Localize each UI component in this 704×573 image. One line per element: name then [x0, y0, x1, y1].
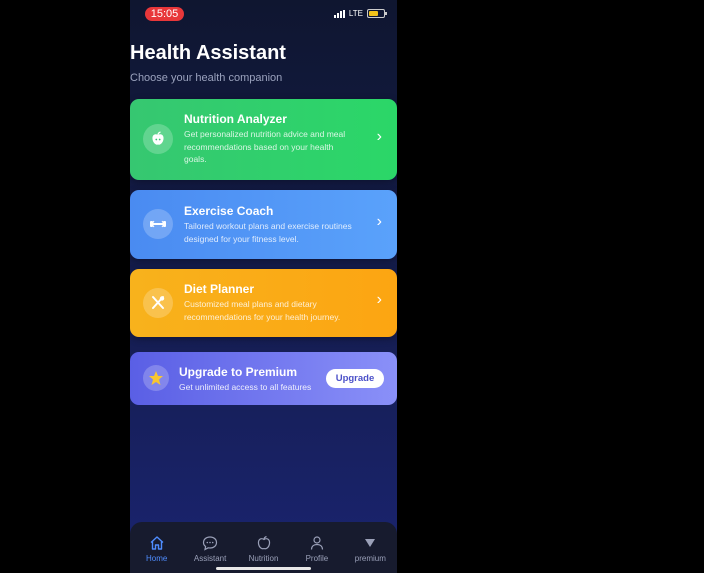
tab-profile[interactable]: Profile: [290, 522, 343, 573]
apple-icon: [143, 124, 173, 154]
person-icon: [308, 534, 326, 552]
status-indicators: LTE: [333, 9, 387, 18]
star-icon: [143, 365, 169, 391]
tab-label: premium: [354, 554, 386, 563]
card-description: Tailored workout plans and exercise rout…: [184, 221, 352, 244]
triangle-down-icon: [361, 534, 379, 552]
tab-label: Nutrition: [248, 554, 279, 563]
chat-icon: [201, 534, 219, 552]
card-title: Diet Planner: [184, 282, 255, 296]
dumbbell-icon: [143, 209, 173, 239]
chevron-right-icon: ›: [376, 128, 382, 145]
page-title: Health Assistant: [130, 42, 286, 64]
premium-description: Get unlimited access to all features: [179, 382, 312, 392]
tab-assistant[interactable]: Assistant: [183, 522, 236, 573]
card-description: Customized meal plans and dietary recomm…: [184, 299, 341, 322]
status-time: 15:05: [145, 7, 184, 21]
premium-card: Upgrade to Premium Get unlimited access …: [130, 352, 397, 405]
home-indicator[interactable]: [216, 567, 311, 570]
chevron-right-icon: ›: [376, 291, 382, 308]
utensils-icon: [143, 288, 173, 318]
tab-bar: Home Assistant Nutrition Profile premium: [130, 522, 397, 573]
upgrade-button[interactable]: Upgrade: [326, 369, 384, 388]
battery-icon: [367, 9, 387, 18]
tab-nutrition[interactable]: Nutrition: [237, 522, 290, 573]
phone-screen: 15:05 LTE Health Assistant Choose your h…: [130, 0, 397, 573]
tab-home[interactable]: Home: [130, 522, 183, 573]
premium-title: Upgrade to Premium: [179, 365, 298, 379]
exercise-coach-card[interactable]: Exercise Coach Tailored workout plans an…: [130, 190, 397, 259]
chevron-right-icon: ›: [376, 213, 382, 230]
network-type: LTE: [348, 9, 363, 18]
home-icon: [148, 534, 166, 552]
page-subtitle: Choose your health companion: [130, 72, 283, 84]
signal-icon: [333, 9, 345, 18]
tab-label: Profile: [305, 554, 329, 563]
card-title: Exercise Coach: [184, 204, 274, 218]
card-description: Get personalized nutrition advice and me…: [184, 129, 346, 164]
tab-label: Home: [146, 554, 168, 563]
nutrition-analyzer-card[interactable]: Nutrition Analyzer Get personalized nutr…: [130, 99, 397, 180]
apple-icon: [255, 534, 273, 552]
card-title: Nutrition Analyzer: [184, 112, 287, 126]
status-bar: 15:05 LTE: [130, 0, 397, 28]
diet-planner-card[interactable]: Diet Planner Customized meal plans and d…: [130, 269, 397, 337]
tab-premium[interactable]: premium: [344, 522, 397, 573]
tab-label: Assistant: [193, 554, 227, 563]
